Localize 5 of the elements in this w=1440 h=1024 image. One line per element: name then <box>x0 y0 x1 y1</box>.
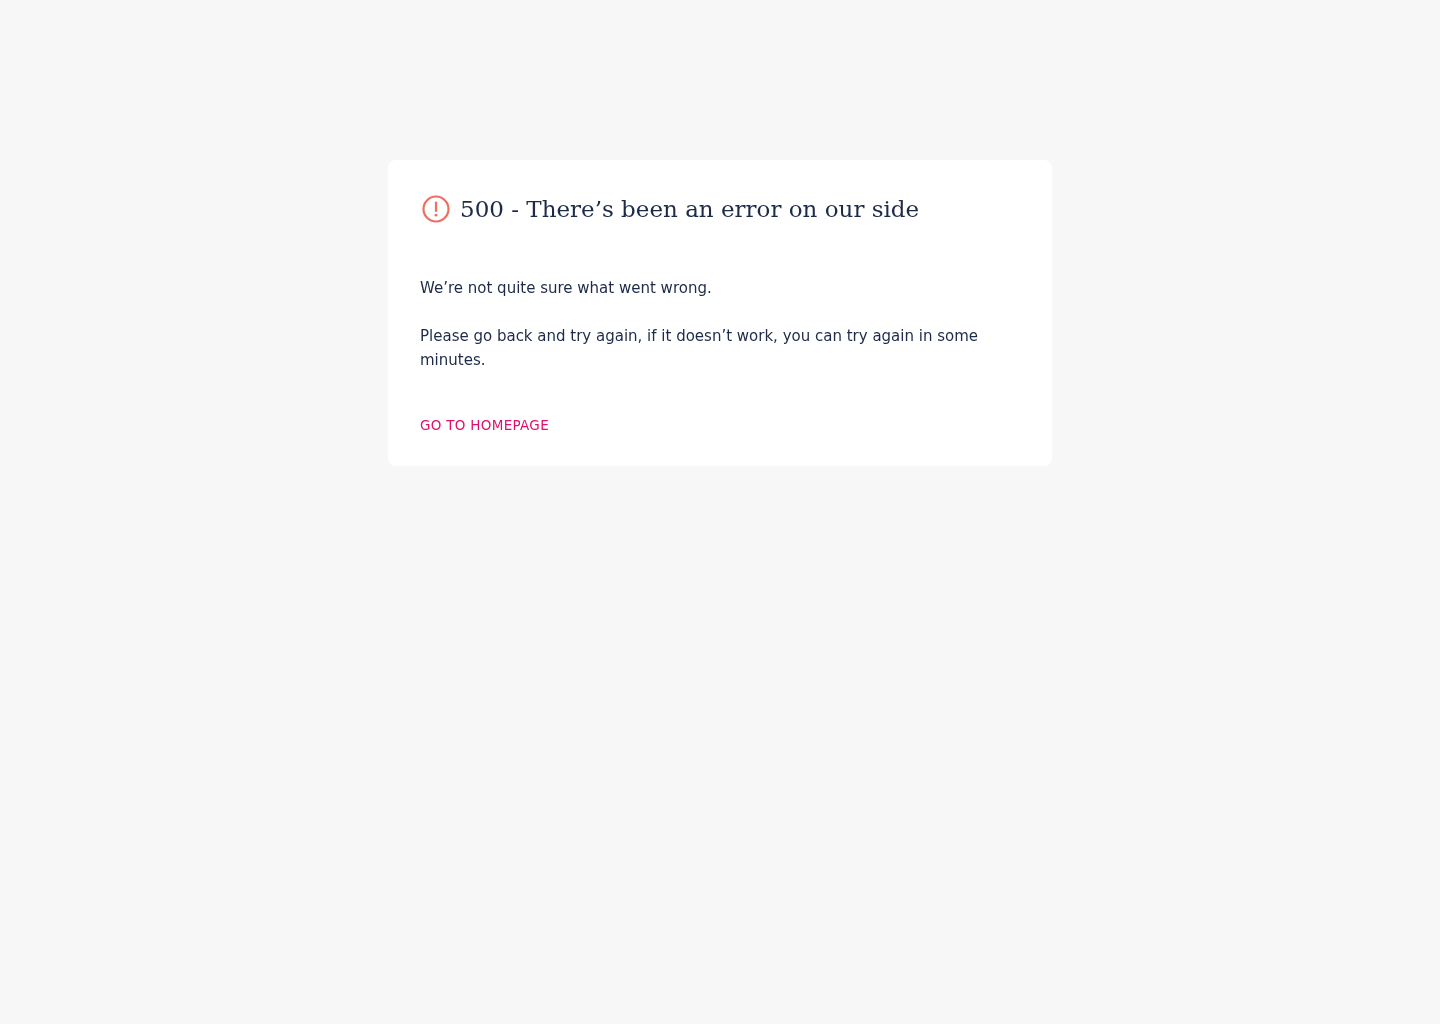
error-message: We’re not quite sure what went wrong. <box>420 278 713 299</box>
page-title: 500 - There’s been an error on our side <box>460 195 920 224</box>
error-message: Please go back and try again, if it doesn’t work, you can try again in some minutes. <box>420 326 980 371</box>
homepage-link[interactable]: GO TO HOMEPAGE <box>420 416 549 434</box>
exclamation-circle-icon <box>422 195 450 223</box>
